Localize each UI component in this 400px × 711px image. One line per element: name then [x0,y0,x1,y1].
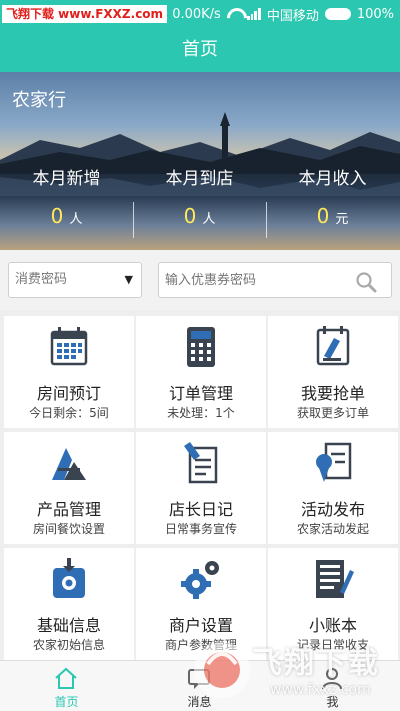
watermark-text: 飞翔下载 [252,646,380,681]
grid-item-title: 活动发布 [300,500,365,519]
stat-income-unit: 元 [335,212,349,227]
watermark-logo-icon [194,642,250,698]
basic-info-icon [53,558,85,598]
carrier-name: 中国移动 [266,8,319,24]
battery-level: 100% [356,6,394,22]
watermark-badge: 飞翔下载 www.FXXZ.com [2,5,168,23]
stat-divider [266,202,267,238]
grid-item-title: 基础信息 [36,616,101,635]
grid-item-subtitle: 房间餐饮设置 [32,522,105,536]
grid-item-subtitle: 日常事务宣传 [164,522,237,536]
calendar-icon [50,327,88,366]
home-icon [55,667,77,689]
grid-item-title: 房间预订 [36,384,101,403]
grid-item-basic-info[interactable]: 基础信息 农家初始信息 [4,548,134,660]
grid-item-subtitle: 今日剩余：5间 [29,406,109,420]
select-value: 消费密码 [15,272,68,287]
grid-item-subtitle: 农家初始信息 [32,638,105,652]
watermark-overlay: 飞翔下载 www.fxxz.com [186,630,400,711]
stat-divider [133,202,134,238]
grid-item-subtitle: 农家活动发起 [296,522,369,536]
consume-type-select[interactable]: 消费密码 ▼ [8,262,142,298]
watermark-url: www.fxxz.com [270,682,371,698]
grid-item-subtitle: 获取更多订单 [296,406,369,420]
wifi-icon [227,8,241,20]
network-speed: 0.00K/s [172,6,221,22]
stat-arrivals-value: 0 [183,204,197,228]
search-icon[interactable] [355,271,377,293]
gear-icon [181,561,219,599]
signal-icon [246,8,261,20]
grid-item-title: 我要抢单 [300,384,365,403]
grab-order-icon [316,326,350,366]
grid-item-title: 店长日记 [168,500,233,519]
coupon-input[interactable] [165,269,345,291]
grid-item-activity-publish[interactable]: 活动发布 农家活动发起 [268,432,398,544]
stat-arrivals: 0人 [133,204,266,228]
stat-new-value: 0 [50,204,64,228]
stat-label-income: 本月收入 [298,169,367,189]
grid-item-manager-diary[interactable]: 店长日记 日常事务宣传 [136,432,266,544]
grid-item-order-management[interactable]: 订单管理 未处理：1个 [136,316,266,428]
coupon-field[interactable] [158,262,392,298]
stat-income: 0元 [266,204,399,228]
banner: 农家行 本月新增 本月到店 本月收入 0人 0人 0元 [0,72,400,250]
product-icon [52,448,86,480]
tab-home[interactable]: 首页 [0,661,133,711]
function-grid: 房间预订 今日剩余：5间 订单管理 未处理：1个 我要抢单 获取更多订单 产品管… [2,314,398,660]
page-title: 首页 [0,28,400,72]
tab-label: 首页 [54,695,79,709]
grid-item-title: 产品管理 [36,500,101,519]
stat-new-unit: 人 [69,212,83,227]
banner-title: 农家行 [12,90,66,111]
battery-icon [324,8,351,20]
grid-item-title: 订单管理 [168,384,233,403]
stat-arrivals-unit: 人 [202,212,216,227]
search-area: 消费密码 ▼ [0,250,400,310]
diary-icon [184,442,218,484]
status-bar: 飞翔下载 www.FXXZ.com 0.00K/s 中国移动 100% [0,0,400,28]
ledger-icon [316,560,354,598]
grid-item-grab-order[interactable]: 我要抢单 获取更多订单 [268,316,398,428]
grid-item-product-management[interactable]: 产品管理 房间餐饮设置 [4,432,134,544]
stat-new: 0人 [0,204,133,228]
activity-icon [316,442,352,482]
calculator-icon [187,327,215,367]
grid-item-subtitle: 未处理：1个 [167,406,235,420]
dropdown-arrow-icon: ▼ [124,273,133,286]
stat-label-new: 本月新增 [32,169,101,189]
grid-item-room-booking[interactable]: 房间预订 今日剩余：5间 [4,316,134,428]
stat-income-value: 0 [316,204,330,228]
stat-label-arrivals: 本月到店 [165,169,234,189]
